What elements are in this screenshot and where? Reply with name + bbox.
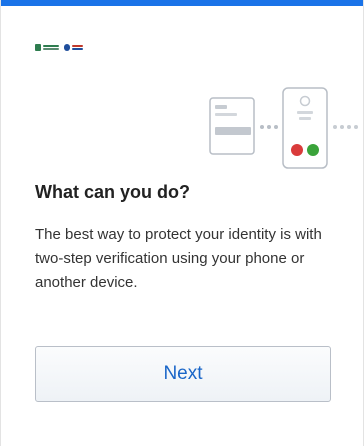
approve-dot-icon — [307, 144, 319, 156]
description-text: The best way to protect your identity is… — [35, 226, 322, 291]
top-accent-bar — [1, 0, 363, 6]
two-step-verification-illustration — [209, 87, 358, 169]
verification-card: What can you do? The best way to protect… — [0, 0, 364, 446]
phone-device-icon — [282, 87, 328, 169]
deny-dot-icon — [291, 144, 303, 156]
organization-logo-left — [35, 44, 59, 51]
page-title: What can you do? — [35, 182, 190, 202]
organization-logos — [35, 44, 83, 51]
organization-logo-right — [64, 44, 83, 51]
next-button[interactable]: Next — [35, 346, 331, 402]
